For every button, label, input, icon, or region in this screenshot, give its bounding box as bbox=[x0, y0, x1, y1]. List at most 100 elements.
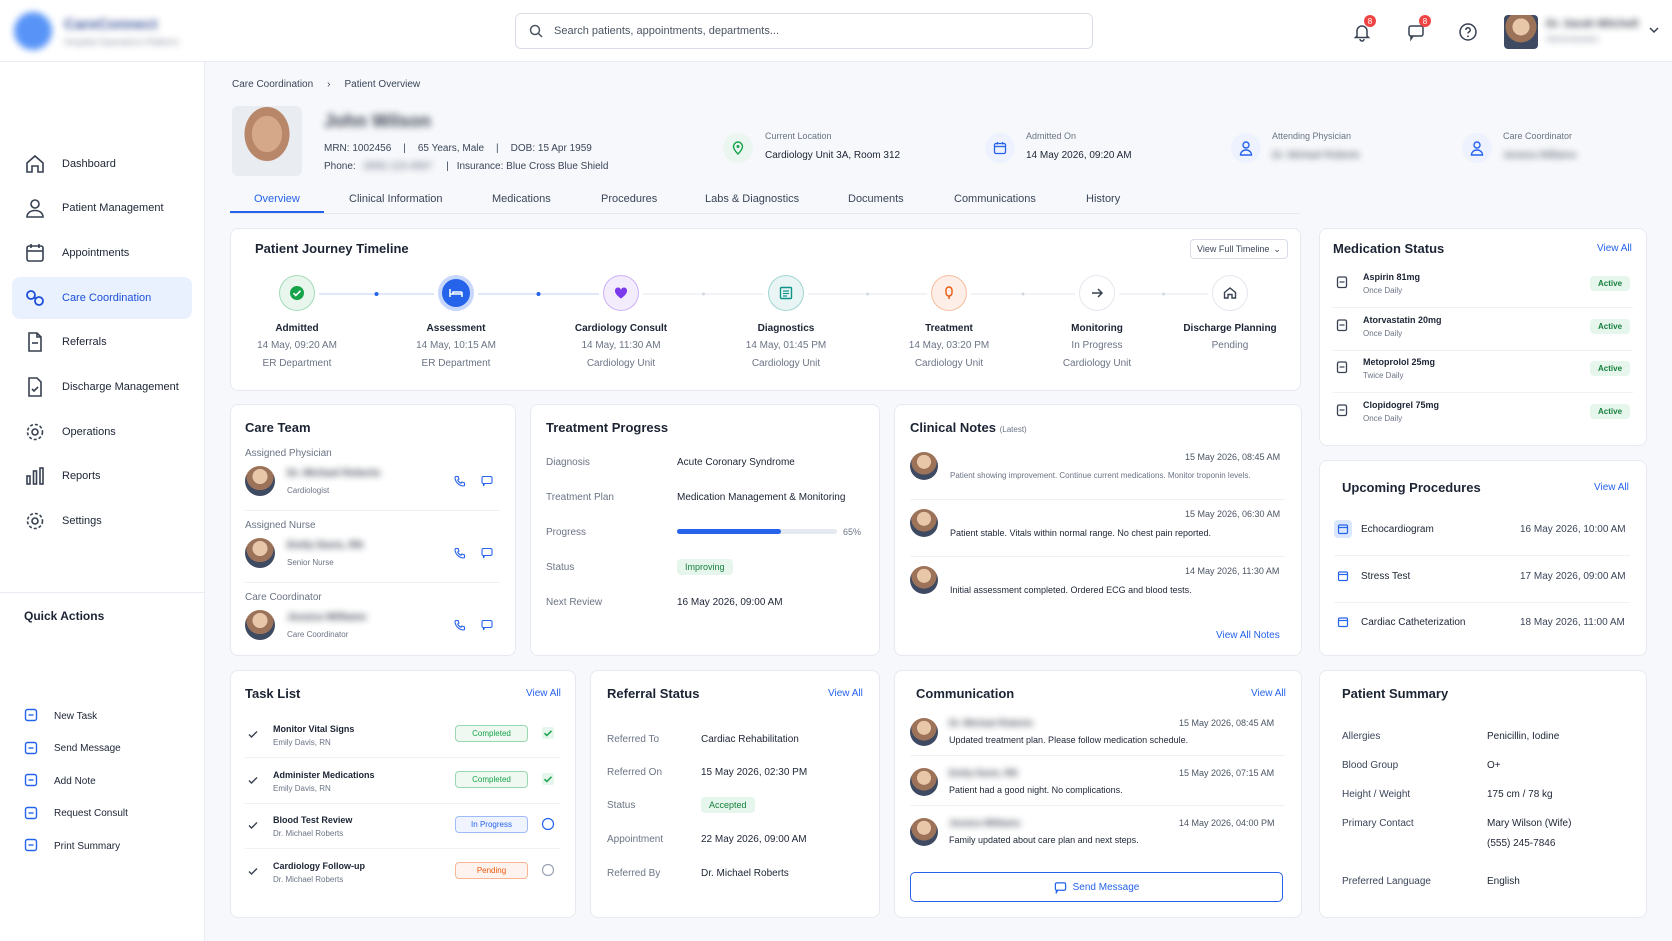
medication-name[interactable]: Atorvastatin 20mg bbox=[1363, 315, 1442, 325]
team-member-role: Cardiologist bbox=[287, 486, 330, 495]
timeline-step-treatment[interactable]: Treatment 14 May, 03:20 PM Cardiology Unit bbox=[884, 275, 1014, 369]
note-text: Patient showing improvement. Continue cu… bbox=[950, 471, 1251, 480]
procedure-name[interactable]: Cardiac Catheterization bbox=[1361, 617, 1466, 628]
avatar bbox=[245, 538, 275, 568]
timeline-step-discharge-planning[interactable]: Discharge Planning Pending bbox=[1165, 275, 1295, 358]
task-complete-icon[interactable] bbox=[541, 726, 555, 743]
admitted-label: Admitted On bbox=[1026, 131, 1077, 141]
breadcrumb-current: Patient Overview bbox=[344, 79, 421, 90]
procedure-icon bbox=[1334, 613, 1352, 631]
timeline-step-admitted[interactable]: Admitted 14 May, 09:20 AM ER Department bbox=[232, 275, 362, 369]
team-section-label: Assigned Nurse bbox=[245, 520, 316, 531]
task-complete-icon[interactable] bbox=[541, 772, 555, 789]
task-name[interactable]: Administer Medications bbox=[273, 770, 375, 780]
sidebar-item-operations[interactable]: Operations bbox=[12, 411, 192, 453]
task-status-badge[interactable]: Pending bbox=[455, 861, 528, 879]
task-name[interactable]: Cardiology Follow-up bbox=[273, 861, 365, 871]
tab-procedures[interactable]: Procedures bbox=[601, 193, 657, 205]
team-member-role: Care Coordinator bbox=[287, 630, 349, 639]
comm-text: Patient had a good night. No complicatio… bbox=[949, 785, 1123, 795]
summary-label: Preferred Language bbox=[1342, 876, 1431, 887]
quick-action-send-message[interactable]: Send Message bbox=[24, 741, 121, 757]
medication-status-badge: Active bbox=[1590, 361, 1631, 376]
appointment-value: 22 May 2026, 09:00 AM bbox=[701, 834, 807, 845]
timeline-step-diagnostics[interactable]: Diagnostics 14 May, 01:45 PM Cardiology Un… bbox=[721, 275, 851, 369]
sidebar-item-dashboard[interactable]: Dashboard bbox=[12, 143, 192, 185]
tab-clinical-information[interactable]: Clinical Information bbox=[349, 193, 443, 205]
avatar bbox=[910, 566, 938, 594]
quick-action-request-consult[interactable]: Request Consult bbox=[24, 806, 128, 822]
help-button[interactable] bbox=[1456, 20, 1480, 44]
task-status-badge[interactable]: In Progress bbox=[455, 816, 528, 833]
quick-action-print-summary[interactable]: Print Summary bbox=[24, 838, 120, 854]
task-view-all[interactable]: View All bbox=[526, 688, 561, 699]
procedure-name[interactable]: Stress Test bbox=[1361, 571, 1410, 582]
sidebar-item-label: Dashboard bbox=[62, 158, 116, 170]
sidebar-item-settings[interactable]: Settings bbox=[12, 500, 192, 542]
procedure-name[interactable]: Echocardiogram bbox=[1361, 524, 1434, 535]
diagnosis-label: Diagnosis bbox=[546, 457, 590, 468]
timeline-step-cardiology-consult[interactable]: Cardiology Consult 14 May, 11:30 AM Cardio… bbox=[556, 275, 686, 369]
step-date: Pending bbox=[1211, 340, 1249, 351]
medication-name[interactable]: Clopidogrel 75mg bbox=[1363, 400, 1439, 410]
view-full-timeline-label: View Full Timeline bbox=[1197, 244, 1270, 254]
sidebar-item-referrals[interactable]: Referrals bbox=[12, 321, 192, 363]
upcoming-view-all[interactable]: View All bbox=[1594, 482, 1629, 493]
team-member-name[interactable]: Jessica Williams bbox=[287, 612, 366, 623]
sidebar-item-discharge-management[interactable]: Discharge Management bbox=[12, 366, 192, 408]
diagnosis-value: Acute Coronary Syndrome bbox=[677, 457, 795, 468]
task-status-badge[interactable]: Completed bbox=[455, 725, 528, 742]
task-todo-icon[interactable] bbox=[541, 863, 555, 880]
quick-action-add-note[interactable]: Add Note bbox=[24, 773, 96, 789]
user-avatar[interactable] bbox=[1504, 15, 1538, 49]
pill-bottle-icon bbox=[1335, 318, 1349, 335]
send-message-button[interactable]: Send Message bbox=[910, 872, 1283, 902]
sidebar-item-label: Reports bbox=[62, 470, 101, 482]
referral-view-all[interactable]: View All bbox=[828, 688, 863, 699]
pill-bottle-icon bbox=[1335, 275, 1349, 292]
quick-action-new-task[interactable]: New Task bbox=[24, 708, 97, 724]
step-name: Discharge Planning bbox=[1183, 323, 1277, 334]
phone-icon[interactable] bbox=[454, 547, 466, 562]
message-icon[interactable] bbox=[481, 619, 493, 634]
team-member-name[interactable]: Emily Davis, RN bbox=[287, 540, 363, 551]
tab-communications[interactable]: Communications bbox=[954, 193, 1036, 205]
patient-mrn: MRN: 1002456 bbox=[324, 143, 392, 154]
communication-view-all[interactable]: View All bbox=[1251, 688, 1286, 699]
physician-label: Attending Physician bbox=[1272, 131, 1352, 141]
team-section-label: Assigned Physician bbox=[245, 448, 332, 459]
medication-frequency: Once Daily bbox=[1363, 328, 1403, 338]
tab-history[interactable]: History bbox=[1086, 193, 1120, 205]
top-bar: CareConnect Hospital Operations Platform… bbox=[0, 0, 1672, 62]
clinical-notes-suffix: (Latest) bbox=[999, 425, 1027, 434]
sidebar-item-reports[interactable]: Reports bbox=[12, 455, 192, 497]
task-todo-icon[interactable] bbox=[541, 817, 555, 834]
medication-view-all[interactable]: View All bbox=[1597, 243, 1632, 254]
chevron-down-icon[interactable] bbox=[1648, 24, 1660, 39]
brand-logo[interactable] bbox=[14, 12, 52, 50]
view-full-timeline-button[interactable]: View Full Timeline ⌄ bbox=[1190, 239, 1288, 259]
sidebar-item-care-coordination[interactable]: Care Coordination bbox=[12, 277, 192, 319]
sidebar-item-patient-management[interactable]: Patient Management bbox=[12, 187, 192, 229]
medication-name[interactable]: Aspirin 81mg bbox=[1363, 272, 1420, 282]
message-icon[interactable] bbox=[481, 547, 493, 562]
task-name[interactable]: Monitor Vital Signs bbox=[273, 724, 354, 734]
search-input[interactable]: Search patients, appointments, departmen… bbox=[515, 13, 1093, 49]
tab-overview[interactable]: Overview bbox=[254, 193, 300, 205]
breadcrumb-parent[interactable]: Care Coordination bbox=[232, 79, 313, 90]
phone-icon[interactable] bbox=[454, 619, 466, 634]
tab-medications[interactable]: Medications bbox=[492, 193, 551, 205]
timeline-step-assessment[interactable]: Assessment 14 May, 10:15 AM ER Department bbox=[391, 275, 521, 369]
sidebar-item-appointments[interactable]: Appointments bbox=[12, 232, 192, 274]
task-name[interactable]: Blood Test Review bbox=[273, 815, 352, 825]
timeline-step-monitoring[interactable]: Monitoring In Progress Cardiology Unit bbox=[1032, 275, 1162, 369]
tab-labs-diagnostics[interactable]: Labs & Diagnostics bbox=[705, 193, 799, 205]
medication-name[interactable]: Metoprolol 25mg bbox=[1363, 357, 1435, 367]
tab-documents[interactable]: Documents bbox=[848, 193, 904, 205]
view-all-notes[interactable]: View All Notes bbox=[1216, 630, 1280, 641]
team-member-name[interactable]: Dr. Michael Roberts bbox=[287, 468, 380, 479]
message-icon[interactable] bbox=[481, 475, 493, 490]
quick-action-label: Add Note bbox=[54, 775, 96, 787]
phone-icon[interactable] bbox=[454, 475, 466, 490]
task-status-badge[interactable]: Completed bbox=[455, 770, 528, 788]
